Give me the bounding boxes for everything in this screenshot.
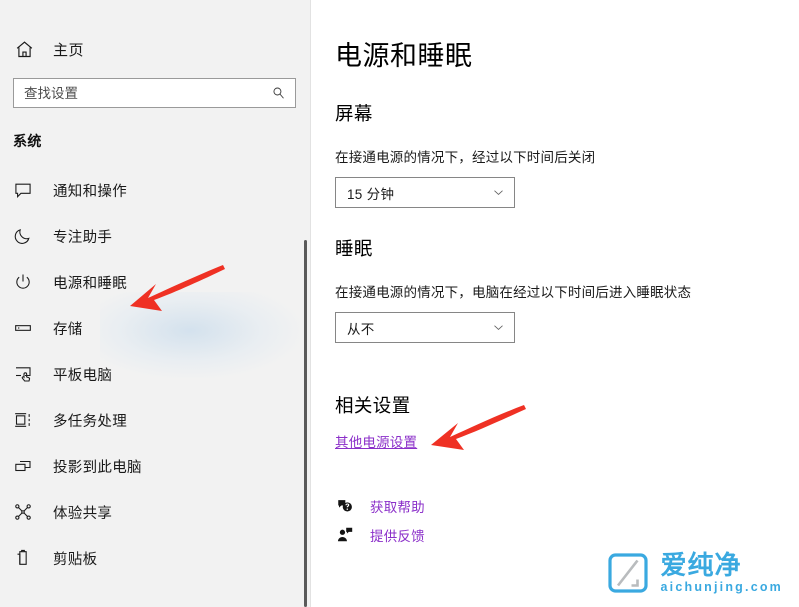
get-help-label: 获取帮助 [370,499,425,515]
get-help-link[interactable]: 获取帮助 [335,491,799,520]
sidebar-item-label: 电源和睡眠 [53,275,127,292]
sidebar-item-focus-assist[interactable]: 专注助手 [0,213,310,259]
sidebar-item-label: 专注助手 [53,229,113,246]
clipboard-icon [12,547,34,569]
sidebar-item-shared-experiences[interactable]: 体验共享 [0,489,310,535]
search-box[interactable] [13,78,296,108]
share-icon [12,501,34,523]
feedback-person-icon [335,525,354,544]
sleep-timeout-value: 从不 [347,321,375,337]
sidebar-item-multitasking[interactable]: 多任务处理 [0,397,310,443]
project-icon [12,455,34,477]
chevron-down-icon [492,321,505,334]
sidebar-item-label: 体验共享 [53,505,113,522]
tablet-icon [12,363,34,385]
screen-section-heading: 屏幕 [335,103,373,124]
screen-section-description: 在接通电源的情况下，经过以下时间后关闭 [335,150,596,165]
sidebar: 主页 系统 通知和操作 [0,0,311,607]
sidebar-group-title: 系统 [13,133,42,149]
sidebar-item-storage[interactable]: 存储 [0,305,310,351]
help-links: 获取帮助 提供反馈 [335,491,799,549]
home-label: 主页 [53,41,85,59]
question-bubble-icon [335,496,354,515]
search-input[interactable] [14,79,295,107]
give-feedback-link[interactable]: 提供反馈 [335,520,799,549]
sidebar-item-label: 多任务处理 [53,413,127,430]
sidebar-item-label: 剪贴板 [53,551,98,568]
sidebar-item-projecting[interactable]: 投影到此电脑 [0,443,310,489]
sidebar-item-notifications[interactable]: 通知和操作 [0,167,310,213]
other-power-settings-link[interactable]: 其他电源设置 [335,431,417,451]
page-title: 电源和睡眠 [335,41,473,71]
sidebar-item-label: 通知和操作 [53,183,127,200]
give-feedback-label: 提供反馈 [370,528,425,544]
related-settings-heading: 相关设置 [335,395,411,416]
sidebar-item-label: 投影到此电脑 [53,459,142,476]
notification-icon [12,179,34,201]
power-icon [12,271,34,293]
home-icon [13,38,35,60]
sidebar-item-label: 平板电脑 [53,367,113,384]
chevron-down-icon [492,186,505,199]
screen-timeout-dropdown[interactable]: 15 分钟 [335,177,515,208]
sidebar-item-home[interactable]: 主页 [0,32,310,66]
moon-icon [12,225,34,247]
main-content: 电源和睡眠 屏幕 在接通电源的情况下，经过以下时间后关闭 15 分钟 睡眠 在接… [311,0,799,607]
storage-icon [12,317,34,339]
sidebar-nav-list: 通知和操作 专注助手 电源和睡眠 存储 平板电脑 多任务处理 投影到此电脑 体验… [0,167,310,581]
sleep-section-heading: 睡眠 [335,238,373,259]
screen-timeout-value: 15 分钟 [347,186,395,202]
settings-window: 主页 系统 通知和操作 [0,0,799,607]
sidebar-item-power-sleep[interactable]: 电源和睡眠 [0,259,310,305]
sidebar-scrollbar[interactable] [304,240,307,607]
sleep-timeout-dropdown[interactable]: 从不 [335,312,515,343]
sleep-section-description: 在接通电源的情况下，电脑在经过以下时间后进入睡眠状态 [335,285,692,300]
multitasking-icon [12,409,34,431]
sidebar-item-tablet[interactable]: 平板电脑 [0,351,310,397]
sidebar-item-label: 存储 [53,321,83,338]
sidebar-item-clipboard[interactable]: 剪贴板 [0,535,310,581]
